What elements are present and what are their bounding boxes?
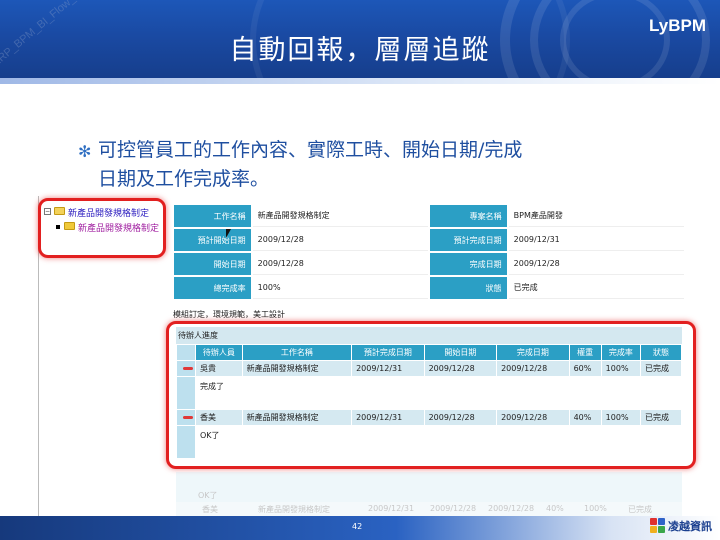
table-row: 預計開始日期 2009/12/28 預計完成日期 2009/12/31 — [174, 229, 684, 251]
reflection-cell: 100% — [584, 504, 607, 513]
reflection-cell: 2009/12/28 — [430, 504, 477, 513]
slide-title: 自動回報，層層追蹤 — [229, 35, 491, 66]
table-row: 開始日期 2009/12/28 完成日期 2009/12/28 — [174, 253, 684, 275]
field-label: 預計開始日期 — [174, 229, 251, 251]
field-label: 總完成率 — [174, 277, 251, 299]
reflection-cell: 2009/12/28 — [488, 504, 535, 513]
table-row: 總完成率 100% 狀態 已完成 — [174, 277, 684, 299]
field-value: 2009/12/28 — [252, 229, 428, 251]
bullet-line-2: 日期及工作完成率。 — [98, 168, 270, 190]
field-value: 新產品開發規格制定 — [252, 205, 428, 227]
reflection-cell: 已完成 — [628, 505, 652, 514]
reflection-cell: 香美 — [202, 505, 218, 514]
reflection-row: 香美 新產品開發規格制定 2009/12/31 2009/12/28 2009/… — [176, 502, 682, 516]
table-reflection: OK了 香美 新產品開發規格制定 2009/12/31 2009/12/28 2… — [176, 472, 682, 522]
mouse-cursor-icon — [226, 229, 231, 238]
highlight-box-progress — [166, 321, 696, 469]
field-label: 預計完成日期 — [429, 229, 507, 251]
bullet-text: 可控管員工的工作內容、實際工時、開始日期/完成 日期及工作完成率。 — [98, 136, 658, 194]
field-value: 2009/12/28 — [508, 253, 684, 275]
reflection-gutter — [176, 502, 198, 516]
task-description: 模組訂定，環境規範，美工設計 — [173, 310, 285, 319]
logo-mark-icon — [650, 518, 666, 534]
bullet-line-1: 可控管員工的工作內容、實際工時、開始日期/完成 — [98, 139, 523, 161]
field-label: 專案名稱 — [429, 205, 507, 227]
reflection-comment: OK了 — [176, 472, 682, 502]
field-value: BPM產品開發 — [508, 205, 684, 227]
reflection-cell: 2009/12/31 — [368, 504, 415, 513]
field-value: 2009/12/28 — [252, 253, 428, 275]
field-label: 完成日期 — [429, 253, 507, 275]
field-label: 狀態 — [429, 277, 507, 299]
company-logo: 凌越資訊 — [650, 518, 712, 534]
reflection-cell: 新產品開發規格制定 — [258, 505, 330, 514]
brand-logo: LyBPM — [649, 16, 706, 35]
field-value: 100% — [252, 277, 428, 299]
field-value: 2009/12/31 — [508, 229, 684, 251]
reflection-cell: 40% — [546, 504, 564, 513]
page-number: 42 — [352, 522, 363, 531]
field-label: 開始日期 — [174, 253, 251, 275]
highlight-box-tree — [38, 198, 166, 258]
field-value: 已完成 — [508, 277, 684, 299]
table-row: 工作名稱 新產品開發規格制定 專案名稱 BPM產品開發 — [174, 205, 684, 227]
bullet-icon: ✻ — [78, 142, 92, 161]
banner-strip — [0, 78, 720, 84]
field-label: 工作名稱 — [174, 205, 251, 227]
company-name: 凌越資訊 — [668, 520, 712, 533]
task-info-table: 工作名稱 新產品開發規格制定 專案名稱 BPM產品開發 預計開始日期 2009/… — [172, 203, 686, 301]
